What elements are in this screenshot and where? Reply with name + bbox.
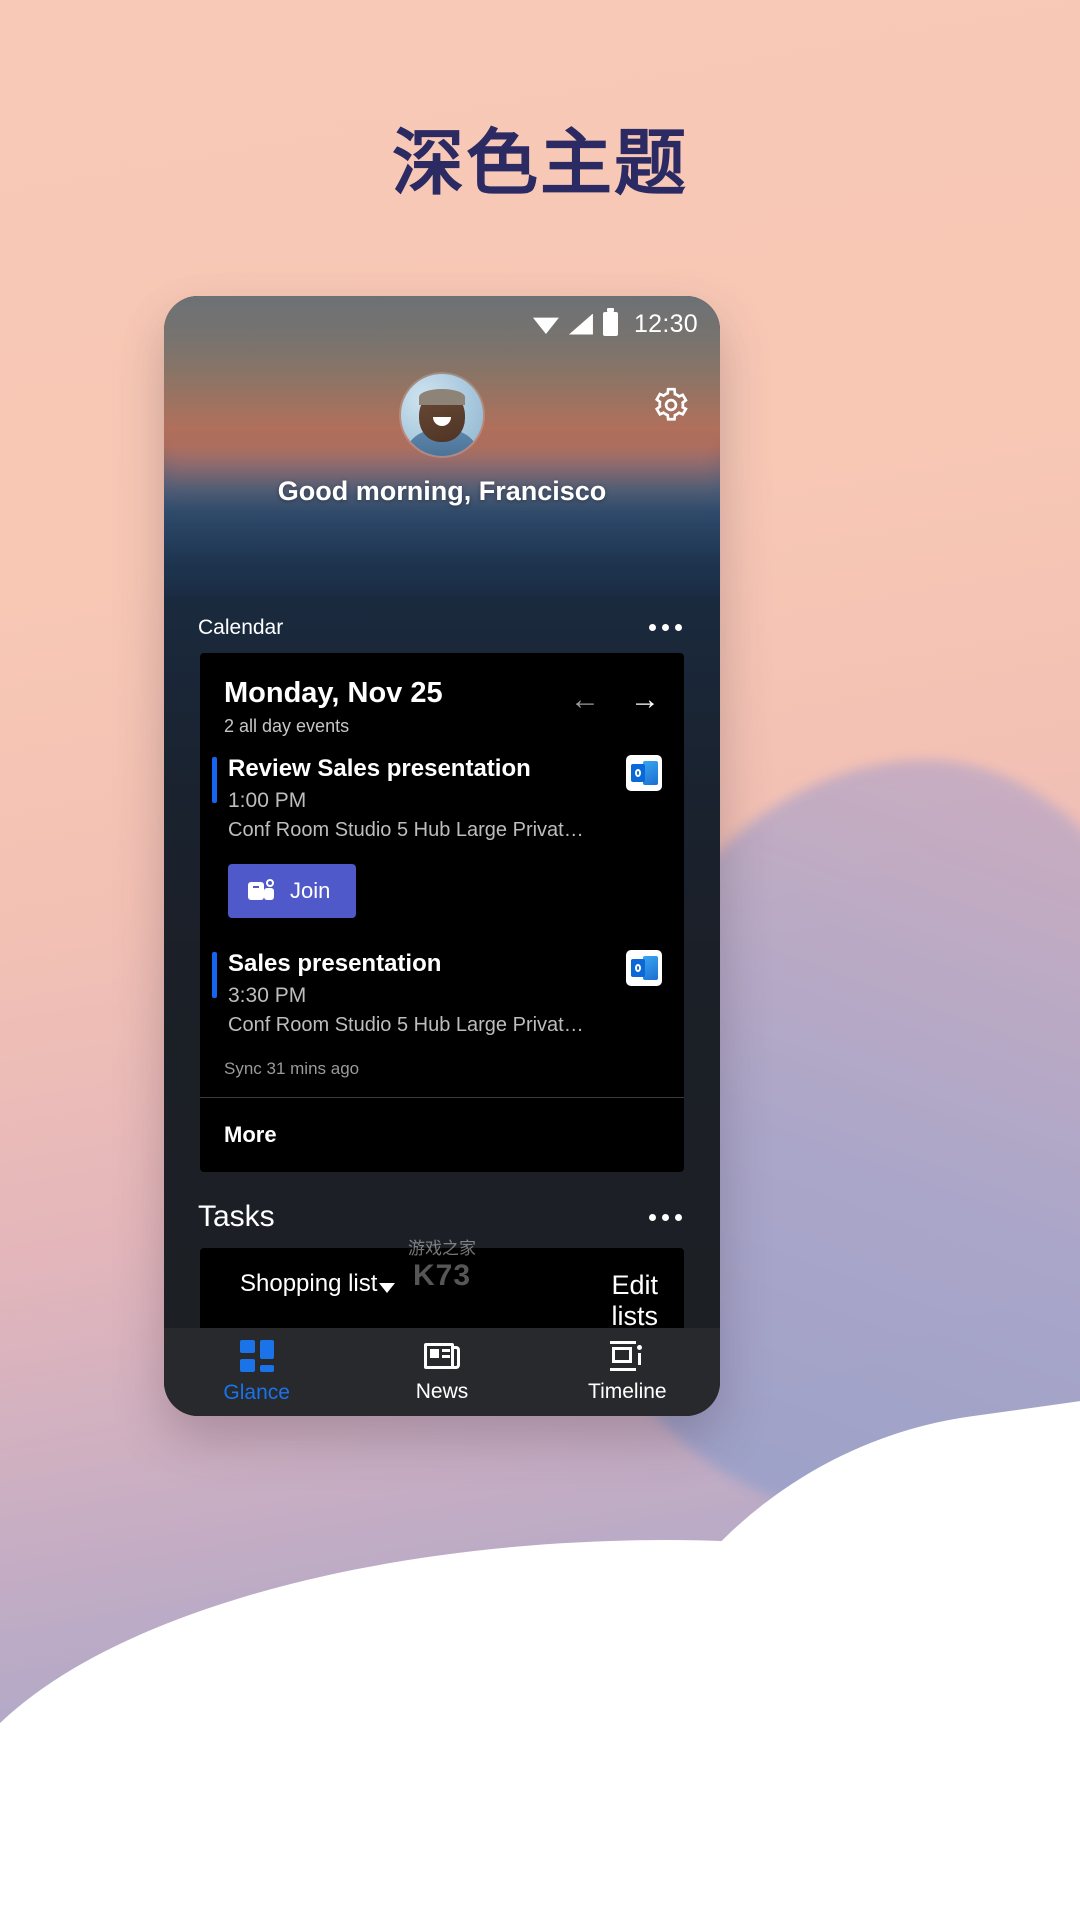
phone-mockup: 12:30 Good morning, Francisco Calendar M… (164, 296, 720, 1416)
more-options-icon[interactable] (645, 614, 686, 641)
sync-status: Sync 31 mins ago (224, 1059, 360, 1078)
tasks-section-header: Tasks (164, 1200, 720, 1234)
join-button-label: Join (290, 878, 331, 903)
event-time: 1:00 PM (228, 789, 307, 812)
nav-item-news[interactable]: News (349, 1341, 534, 1404)
edit-lists-line-1: Edit (611, 1270, 658, 1300)
status-bar: 12:30 (164, 296, 720, 352)
calendar-nav: ← → (570, 677, 660, 715)
nav-label-glance: Glance (223, 1380, 290, 1404)
battery-icon (602, 308, 618, 336)
gear-icon[interactable] (652, 386, 690, 424)
edit-lists-button[interactable]: Edit lists (548, 1270, 658, 1328)
nav-item-timeline[interactable]: Timeline (535, 1340, 720, 1404)
task-list-name: Shopping list (240, 1270, 378, 1297)
calendar-card[interactable]: Monday, Nov 25 2 all day events ← → Revi… (200, 653, 684, 1172)
tasks-section-label: Tasks (198, 1200, 275, 1233)
signal-icon (568, 313, 593, 335)
nav-item-glance[interactable]: Glance (164, 1339, 349, 1405)
nav-label-news: News (415, 1379, 469, 1403)
teams-icon (248, 879, 274, 903)
chevron-down-icon (379, 1282, 396, 1293)
event-title: Sales presentation (228, 950, 442, 977)
calendar-date: Monday, Nov 25 (224, 677, 443, 709)
event-title: Review Sales presentation (228, 755, 531, 782)
event-color-bar (212, 757, 217, 803)
event-color-bar (212, 952, 217, 998)
calendar-card-header: Monday, Nov 25 2 all day events ← → (200, 653, 684, 737)
tasks-card-header: Shopping list Edit lists (226, 1270, 658, 1328)
outlook-icon (626, 950, 662, 986)
event-location: Conf Room Studio 5 Hub Large Privat… (228, 819, 584, 841)
task-list-selector[interactable]: Shopping list (226, 1270, 396, 1298)
avatar[interactable] (401, 374, 483, 456)
tasks-card[interactable]: Shopping list Edit lists Create a task B… (200, 1248, 684, 1328)
join-button[interactable]: Join (228, 864, 357, 918)
page-title: 深色主题 (391, 121, 688, 205)
more-options-icon[interactable] (645, 1204, 686, 1231)
arrow-right-icon[interactable]: → (630, 685, 660, 715)
event-time: 3:30 PM (228, 984, 307, 1007)
more-button[interactable]: More (200, 1098, 684, 1172)
calendar-section-label: Calendar (198, 615, 284, 639)
timeline-icon (610, 1340, 644, 1371)
outlook-icon (626, 755, 662, 791)
profile-header: Good morning, Francisco (164, 352, 720, 507)
wifi-icon (532, 317, 559, 334)
greeting-text: Good morning, Francisco (277, 476, 607, 506)
event-location: Conf Room Studio 5 Hub Large Privat… (228, 1014, 584, 1036)
calendar-section-header: Calendar (164, 596, 720, 641)
edit-lists-line-2: lists (611, 1301, 659, 1328)
nav-label-timeline: Timeline (588, 1379, 667, 1403)
avatar-hair (419, 388, 465, 405)
glance-scroll-area[interactable]: Calendar Monday, Nov 25 2 all day events… (164, 596, 720, 1328)
calendar-event[interactable]: Review Sales presentation 1:00 PM Conf R… (200, 737, 684, 850)
calendar-subtitle: 2 all day events (224, 716, 350, 736)
status-time: 12:30 (633, 309, 698, 338)
arrow-left-icon[interactable]: ← (570, 685, 600, 715)
calendar-event[interactable]: Sales presentation 3:30 PM Conf Room Stu… (200, 932, 684, 1045)
news-icon (423, 1341, 460, 1371)
bottom-navigation: Glance News Timeline (164, 1328, 720, 1416)
glance-icon (239, 1339, 274, 1372)
